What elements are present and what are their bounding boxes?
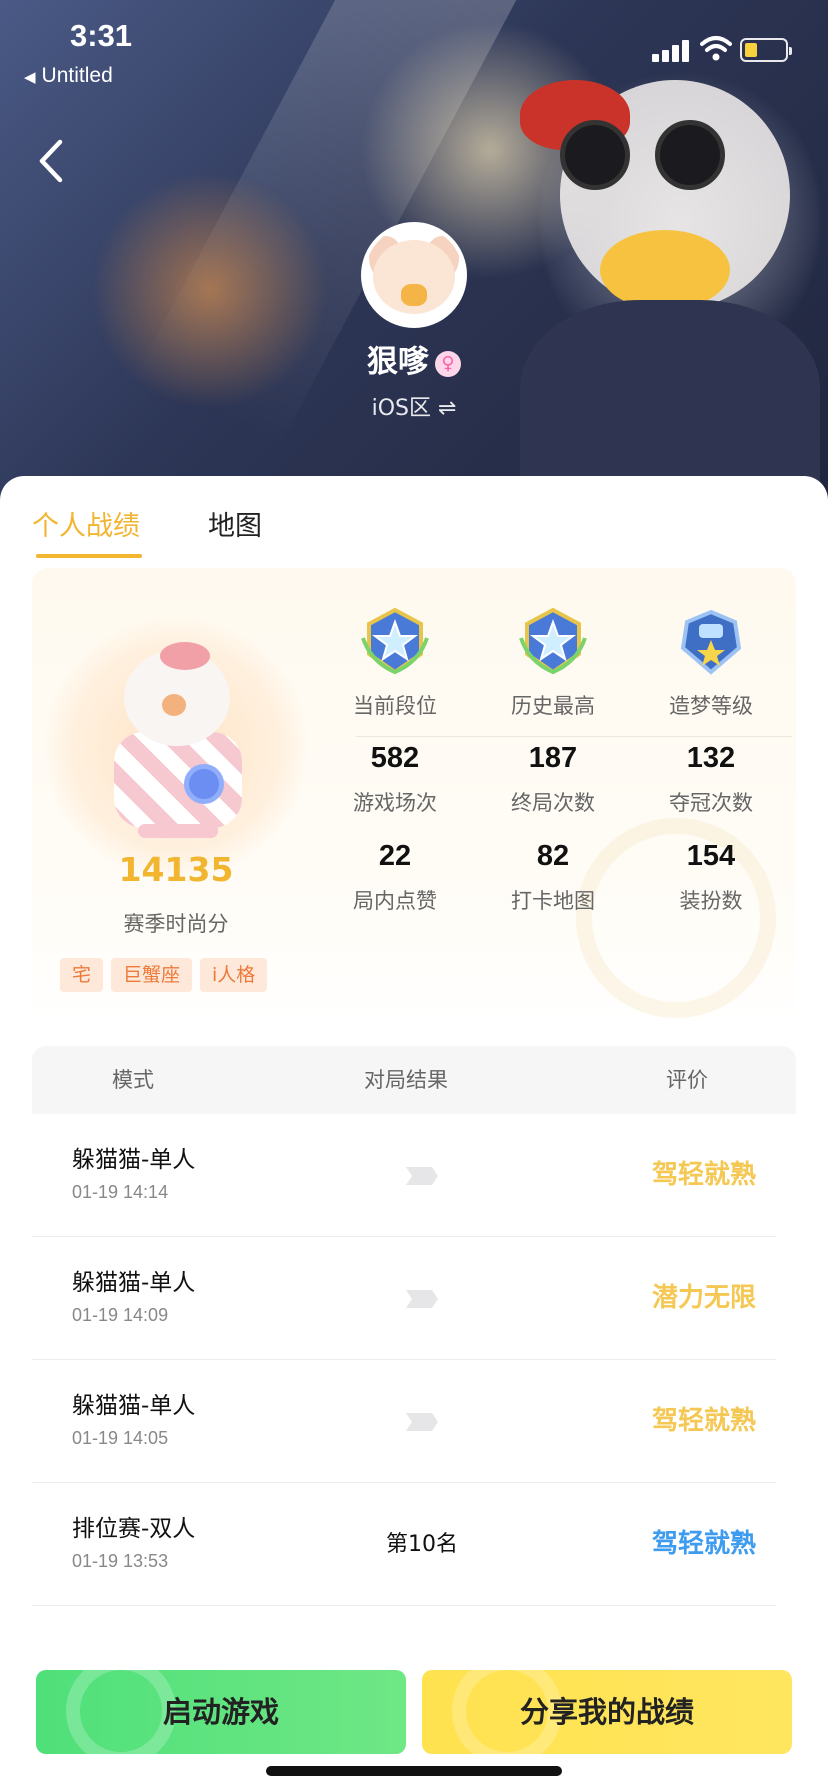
- flag-icon: [406, 1167, 438, 1185]
- header-mode: 模式: [112, 1068, 154, 1092]
- table-row[interactable]: 躲猫猫-单人 01-19 14:05 驾轻就熟: [32, 1360, 776, 1483]
- back-to-app[interactable]: ◀ Untitled: [24, 64, 113, 88]
- avatar[interactable]: [361, 222, 467, 328]
- tag: 宅: [60, 958, 104, 992]
- tab-map[interactable]: 地图: [208, 504, 262, 543]
- metric-games-played: 582 游戏场次: [353, 742, 437, 815]
- female-icon: ♀: [435, 350, 461, 377]
- back-triangle-icon: ◀: [24, 69, 36, 86]
- highest-rank[interactable]: 历史最高: [478, 607, 628, 720]
- region-switch[interactable]: iOS区 ⇌: [0, 390, 828, 422]
- star-rank-badge-icon: [361, 607, 429, 675]
- wifi-icon: [700, 36, 732, 61]
- records-list: 躲猫猫-单人 01-19 14:14 驾轻就熟 躲猫猫-单人 01-19 14:…: [32, 1114, 776, 1606]
- metric-likes: 22 局内点赞: [353, 840, 437, 913]
- current-rank[interactable]: 当前段位: [320, 607, 470, 720]
- status-time: 3:31: [70, 18, 133, 53]
- metric-maps-checked: 82 打卡地图: [511, 840, 595, 913]
- metric-outfits: 154 装扮数: [679, 840, 743, 913]
- flag-icon: [406, 1413, 438, 1431]
- share-record-button[interactable]: 分享我的战绩: [422, 1670, 792, 1754]
- dream-level[interactable]: 造梦等级: [636, 608, 786, 720]
- status-bar: 3:31 ◀ Untitled: [0, 0, 828, 90]
- season-score: 14135: [118, 850, 234, 889]
- flag-icon: [406, 1290, 438, 1308]
- username-row: 狠嗲 ♀: [0, 336, 828, 381]
- table-row[interactable]: 躲猫猫-单人 01-19 14:14 驾轻就熟: [32, 1114, 776, 1237]
- battery-icon: [740, 38, 792, 62]
- content-card: 个人战绩 地图 14135 赛季时尚分 宅巨蟹座 i人格 当前段位 历史最高 造…: [0, 476, 828, 1792]
- star-rank-badge-icon: [519, 607, 587, 675]
- home-indicator[interactable]: [266, 1766, 562, 1776]
- table-row[interactable]: 排位赛-双人 01-19 13:53 第10名 驾轻就熟: [32, 1483, 776, 1606]
- divider: [356, 736, 792, 737]
- tab-personal-record[interactable]: 个人战绩: [32, 504, 142, 558]
- username: 狠嗲: [367, 344, 429, 380]
- metric-finals: 187 终局次数: [511, 742, 595, 815]
- table-row[interactable]: 躲猫猫-单人 01-19 14:09 潜力无限: [32, 1237, 776, 1360]
- records-header: 模式 对局结果 评价: [32, 1046, 796, 1114]
- season-score-label: 赛季时尚分: [123, 912, 229, 936]
- tag-list: 宅巨蟹座 i人格: [60, 958, 275, 992]
- header-result: 对局结果: [364, 1068, 448, 1092]
- back-chevron-icon[interactable]: [32, 136, 72, 186]
- stats-panel: 14135 赛季时尚分 宅巨蟹座 i人格 当前段位 历史最高 造梦等级 582 …: [32, 568, 796, 1024]
- header-rating: 评价: [666, 1068, 708, 1092]
- tag: 巨蟹座: [111, 958, 193, 992]
- player-character: [102, 640, 252, 840]
- start-game-button[interactable]: 启动游戏: [36, 1670, 406, 1754]
- metric-wins: 132 夺冠次数: [669, 742, 753, 815]
- dream-level-badge-icon: [680, 609, 742, 675]
- signal-icon: [652, 40, 692, 62]
- active-tab-underline: [36, 554, 142, 558]
- tag: i人格: [200, 958, 268, 992]
